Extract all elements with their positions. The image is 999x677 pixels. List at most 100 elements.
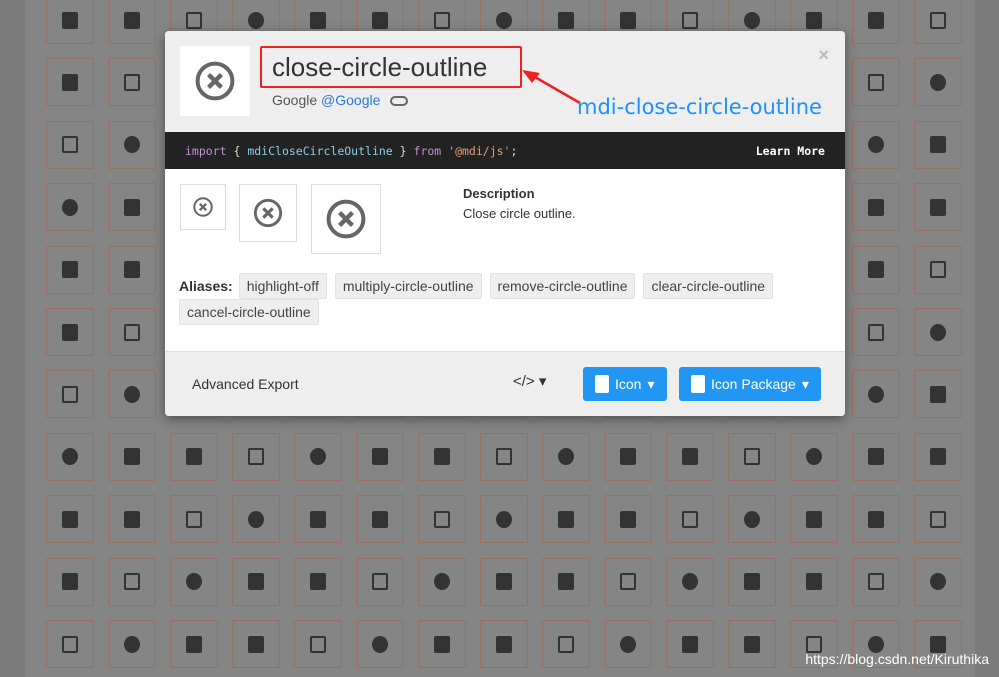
icon-grid-cell[interactable]	[852, 557, 900, 606]
icon-grid-cell[interactable]	[294, 557, 342, 606]
icon-grid-cell[interactable]	[294, 432, 342, 481]
icon-grid-cell[interactable]	[666, 557, 714, 606]
icon-grid-cell[interactable]	[666, 495, 714, 544]
icon-grid-cell[interactable]	[728, 432, 776, 481]
icon-grid-cell[interactable]	[480, 495, 528, 544]
icon-grid-cell[interactable]	[852, 245, 900, 294]
icon-grid-cell[interactable]	[852, 495, 900, 544]
icon-grid-cell[interactable]	[108, 557, 156, 606]
icon-grid-cell[interactable]	[480, 557, 528, 606]
icon-grid-cell[interactable]	[232, 557, 280, 606]
icon-grid-cell[interactable]	[914, 245, 962, 294]
icon-grid-cell[interactable]	[46, 0, 94, 44]
icon-grid-cell[interactable]	[542, 620, 590, 668]
icon-grid-cell[interactable]	[852, 432, 900, 481]
icon-grid-cell[interactable]	[418, 620, 466, 668]
alias-tag[interactable]: remove-circle-outline	[489, 273, 636, 299]
icon-grid-cell[interactable]	[914, 370, 962, 419]
icon-grid-cell[interactable]	[418, 495, 466, 544]
icon-grid-cell[interactable]	[170, 495, 218, 544]
icon-grid-cell[interactable]	[232, 495, 280, 544]
icon-grid-cell[interactable]	[852, 308, 900, 356]
icon-grid-cell[interactable]	[542, 432, 590, 481]
icon-grid-cell[interactable]	[46, 245, 94, 294]
icon-grid-cell[interactable]	[170, 620, 218, 668]
icon-grid-cell[interactable]	[356, 432, 404, 481]
icon-grid-cell[interactable]	[480, 620, 528, 668]
icon-grid-cell[interactable]	[728, 495, 776, 544]
alias-tag[interactable]: highlight-off	[238, 273, 327, 299]
icon-grid-cell[interactable]	[108, 370, 156, 419]
icon-grid-cell[interactable]	[108, 245, 156, 294]
icon-grid-cell[interactable]	[46, 120, 94, 169]
icon-grid-cell[interactable]	[108, 0, 156, 44]
alias-tag[interactable]: cancel-circle-outline	[179, 299, 319, 325]
icon-grid-cell[interactable]	[728, 557, 776, 606]
icon-grid-cell[interactable]	[418, 432, 466, 481]
icon-grid-cell[interactable]	[232, 432, 280, 481]
icon-grid-cell[interactable]	[108, 308, 156, 356]
icon-grid-cell[interactable]	[604, 620, 652, 668]
icon-grid-cell[interactable]	[294, 495, 342, 544]
icon-grid-cell[interactable]	[852, 183, 900, 232]
learn-more-link[interactable]: Learn More	[756, 144, 825, 158]
icon-grid-cell[interactable]	[46, 557, 94, 606]
icon-grid-cell[interactable]	[914, 183, 962, 232]
icon-grid-cell[interactable]	[604, 495, 652, 544]
icon-download-button[interactable]: Icon ▾	[583, 367, 667, 401]
icon-grid-cell[interactable]	[294, 620, 342, 668]
grid-icon	[620, 11, 636, 29]
icon-grid-cell[interactable]	[542, 495, 590, 544]
icon-grid-cell[interactable]	[356, 495, 404, 544]
icon-grid-cell[interactable]	[46, 308, 94, 356]
icon-grid-cell[interactable]	[790, 557, 838, 606]
icon-grid-cell[interactable]	[914, 495, 962, 544]
icon-grid-cell[interactable]	[46, 183, 94, 232]
icon-grid-cell[interactable]	[170, 557, 218, 606]
icon-grid-cell[interactable]	[852, 370, 900, 419]
icon-grid-cell[interactable]	[666, 620, 714, 668]
icon-grid-cell[interactable]	[914, 0, 962, 44]
icon-grid-cell[interactable]	[542, 557, 590, 606]
icon-grid-cell[interactable]	[108, 58, 156, 107]
icon-grid-cell[interactable]	[46, 432, 94, 481]
icon-grid-cell[interactable]	[914, 58, 962, 107]
icon-grid-cell[interactable]	[108, 183, 156, 232]
icon-grid-cell[interactable]	[666, 432, 714, 481]
icon-grid-cell[interactable]	[46, 620, 94, 668]
icon-grid-cell[interactable]	[46, 58, 94, 107]
icon-grid-cell[interactable]	[480, 432, 528, 481]
icon-grid-cell[interactable]	[604, 557, 652, 606]
icon-grid-cell[interactable]	[108, 432, 156, 481]
advanced-export-button[interactable]: Advanced Export	[177, 364, 314, 404]
icon-grid-cell[interactable]	[356, 620, 404, 668]
icon-grid-cell[interactable]	[46, 495, 94, 544]
icon-grid-cell[interactable]	[418, 557, 466, 606]
icon-grid-cell[interactable]	[108, 120, 156, 169]
icon-grid-cell[interactable]	[46, 370, 94, 419]
alias-tag[interactable]: multiply-circle-outline	[334, 273, 482, 299]
icon-grid-cell[interactable]	[852, 120, 900, 169]
alias-tag[interactable]: clear-circle-outline	[643, 273, 774, 299]
icon-grid-cell[interactable]	[108, 620, 156, 668]
icon-grid-cell[interactable]	[728, 620, 776, 668]
icon-grid-cell[interactable]	[108, 495, 156, 544]
close-button[interactable]: ×	[818, 45, 829, 66]
icon-grid-cell[interactable]	[914, 557, 962, 606]
icon-grid-cell[interactable]	[356, 557, 404, 606]
icon-grid-cell[interactable]	[232, 620, 280, 668]
icon-grid-cell[interactable]	[604, 432, 652, 481]
icon-grid-cell[interactable]	[852, 58, 900, 107]
code-menu-button[interactable]: </> ▾	[513, 372, 546, 390]
icon-grid-cell[interactable]	[790, 495, 838, 544]
icon-package-button[interactable]: Icon Package ▾	[679, 367, 821, 401]
icon-grid-cell[interactable]	[170, 432, 218, 481]
icon-grid-cell[interactable]	[790, 432, 838, 481]
icon-grid-cell[interactable]	[914, 432, 962, 481]
grid-icon	[558, 448, 574, 466]
icon-grid-cell[interactable]	[914, 120, 962, 169]
icon-grid-cell[interactable]	[852, 0, 900, 44]
icon-grid-cell[interactable]	[914, 308, 962, 356]
author-link[interactable]: @Google	[321, 92, 380, 108]
link-icon[interactable]	[390, 96, 409, 107]
